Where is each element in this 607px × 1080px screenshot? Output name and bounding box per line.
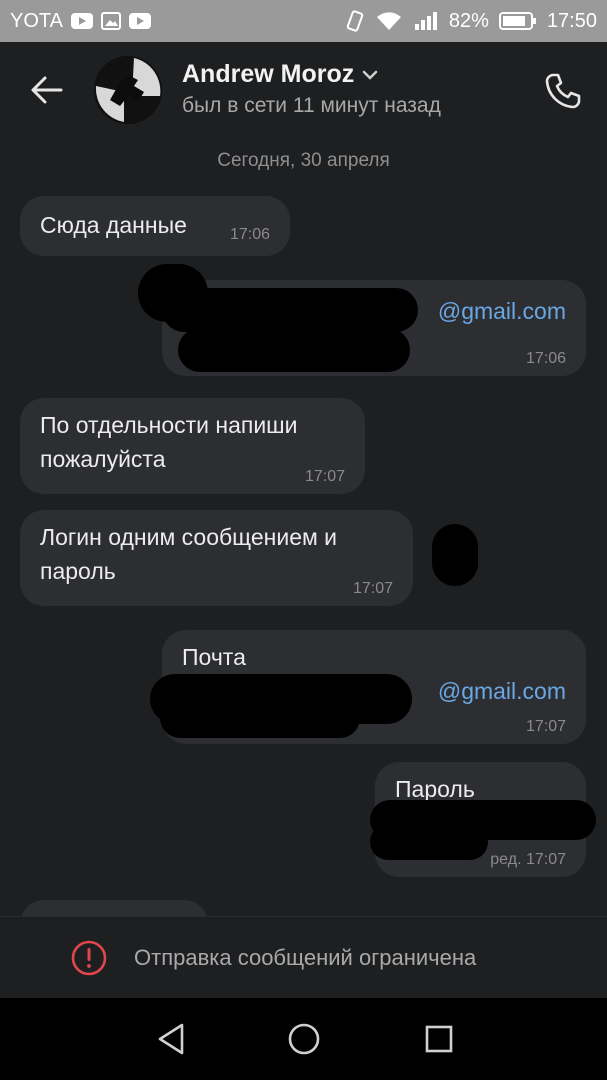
arrow-left-icon: [31, 76, 63, 104]
message-text-line: По отдельности напиши: [40, 412, 298, 438]
message-text-line: Почта: [182, 644, 246, 670]
battery-icon: [498, 11, 537, 31]
avatar[interactable]: [94, 56, 162, 124]
message-time: 17:07: [525, 718, 566, 735]
email-link[interactable]: @gmail.com: [438, 678, 566, 704]
redaction-scribble: [432, 524, 478, 586]
call-button[interactable]: [540, 68, 586, 114]
circle-home-icon: [288, 1023, 320, 1055]
message-time: 17:07: [304, 468, 345, 485]
carrier-label: YOTA: [10, 9, 63, 32]
phone-icon: [545, 73, 581, 109]
redaction-scribble: [370, 824, 488, 860]
message-list[interactable]: Сегодня, 30 апреля Сюда данные 17:06 @gm…: [0, 138, 607, 916]
nav-home-button[interactable]: [281, 1016, 327, 1062]
message-incoming[interactable]: По отдельности напиши пожалуйста 17:07: [20, 398, 365, 494]
redaction-scribble: [160, 698, 360, 738]
redaction-scribble: [178, 328, 410, 372]
message-time: 17:06: [229, 226, 270, 243]
redaction-scribble: [162, 288, 418, 332]
system-nav-bar: [0, 998, 607, 1080]
youtube-notification-icon: [70, 13, 93, 29]
back-button[interactable]: [26, 70, 66, 110]
date-separator: Сегодня, 30 апреля: [217, 150, 390, 171]
message-incoming[interactable]: Логин одним сообщением и пароль 17:07: [20, 510, 413, 606]
gallery-notification-icon: [100, 12, 121, 30]
avatar-image: [94, 56, 162, 124]
message-time: 17:07: [352, 580, 393, 597]
square-recent-icon: [425, 1025, 453, 1053]
nav-back-button[interactable]: [148, 1016, 194, 1062]
nav-recent-button[interactable]: [416, 1016, 462, 1062]
message-text-line: Логин одним сообщением и: [40, 524, 338, 550]
chevron-down-icon: [362, 70, 378, 80]
contact-name[interactable]: Andrew Moroz: [182, 60, 378, 89]
message-incoming-partial[interactable]: [20, 900, 208, 916]
wifi-icon: [375, 10, 403, 32]
signal-icon: [413, 10, 439, 32]
clock: 17:50: [546, 9, 597, 32]
restricted-text: Отправка сообщений ограничена: [134, 945, 477, 970]
message-incoming[interactable]: Сюда данные 17:06: [20, 196, 290, 256]
exclamation-circle-icon: [71, 940, 107, 976]
contact-name-text: Andrew Moroz: [182, 60, 355, 88]
message-time: 17:06: [525, 350, 566, 367]
status-bar: YOTA 82% 17:50: [0, 0, 607, 42]
message-text-line: пожалуйста: [40, 446, 166, 472]
battery-percent: 82%: [448, 9, 489, 32]
messaging-restricted-bar: Отправка сообщений ограничена: [0, 916, 607, 998]
message-time: ред. 17:07: [490, 851, 566, 868]
message-text-line: пароль: [40, 558, 116, 584]
last-seen-status: был в сети 11 минут назад: [182, 94, 441, 117]
email-link[interactable]: @gmail.com: [438, 298, 566, 324]
triangle-back-icon: [158, 1023, 184, 1055]
chat-header: Andrew Moroz был в сети 11 минут назад: [0, 42, 607, 138]
vibrate-icon: [345, 10, 365, 32]
youtube-notification-icon-2: [128, 13, 151, 29]
